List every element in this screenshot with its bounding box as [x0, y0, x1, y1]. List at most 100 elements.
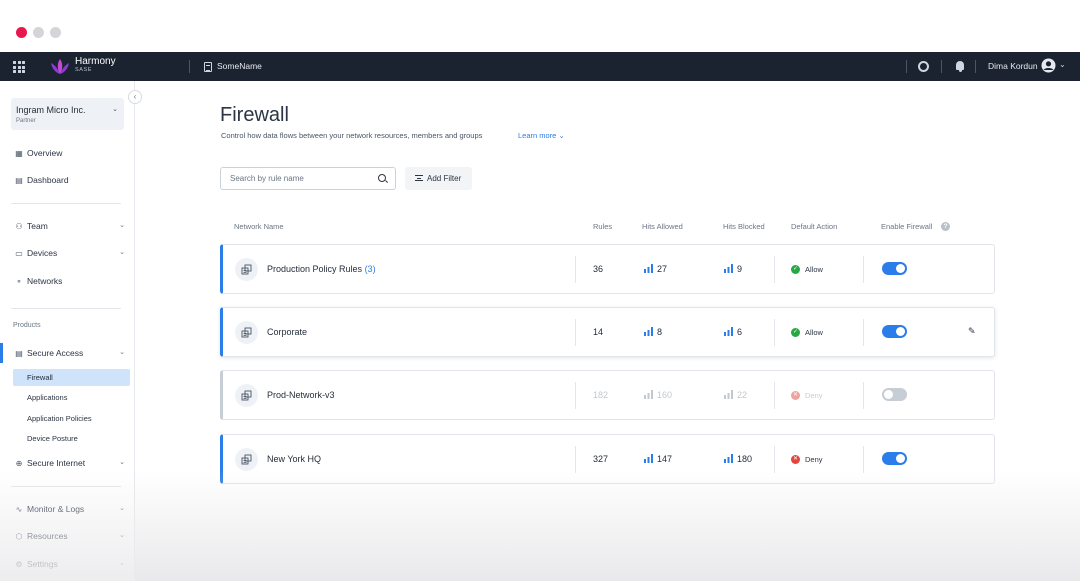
sidebar-item-secure-access[interactable]: ▤ Secure Access ⌄: [13, 346, 128, 360]
sidebar-item-team[interactable]: ⚇ Team ⌄: [13, 219, 128, 233]
help-ring-icon[interactable]: [918, 61, 929, 72]
divider: [575, 256, 576, 283]
enable-firewall-toggle[interactable]: [882, 325, 907, 338]
check-circle-icon: ✓: [791, 328, 800, 337]
sidebar-item-overview[interactable]: ▦ Overview: [13, 146, 128, 160]
x-circle-icon: ✕: [791, 391, 800, 400]
table-row[interactable]: New York HQ 327 147 180 ✕ Deny: [220, 434, 995, 484]
search-input[interactable]: [220, 167, 396, 190]
network-name-text: Production Policy Rules: [267, 264, 363, 274]
divider: [906, 60, 907, 73]
sidebar-item-devices[interactable]: ▭ Devices ⌄: [13, 246, 128, 260]
org-selector[interactable]: Ingram Micro Inc. Partner ⌄: [11, 98, 124, 130]
hits-allowed: 8: [657, 327, 663, 337]
chevron-down-icon: ⌄: [119, 459, 125, 466]
sidebar-subitem-applications[interactable]: Applications: [13, 389, 130, 406]
rules-count: 182: [593, 390, 609, 400]
hits-blocked: 22: [737, 390, 748, 400]
add-filter-button[interactable]: Add Filter: [405, 167, 472, 190]
table-row[interactable]: Production Policy Rules (3) 36 27 9 ✓ Al…: [220, 244, 995, 294]
sidebar-item-label: Monitor & Logs: [27, 504, 85, 514]
brand-sub: SASE: [75, 67, 93, 73]
table-row[interactable]: Corporate 14 8 6 ✓ Allow ✎: [220, 307, 995, 357]
divider: [774, 256, 775, 283]
products-section-label: Products: [13, 322, 41, 329]
bell-icon[interactable]: [956, 61, 964, 72]
workspace-icon: [204, 62, 212, 72]
chevron-down-icon: ⌄: [119, 249, 125, 256]
sidebar-item-secure-internet[interactable]: ⊕ Secure Internet ⌄: [13, 456, 128, 470]
info-icon[interactable]: ?: [941, 222, 950, 231]
network-icon: [235, 384, 258, 407]
sidebar-item-networks[interactable]: ⚬ Networks: [13, 274, 128, 288]
window-close-button[interactable]: [16, 27, 27, 38]
bar-chart-icon: [724, 454, 733, 463]
active-indicator: [0, 343, 3, 363]
network-name[interactable]: Production Policy Rules (3): [267, 264, 376, 274]
enable-firewall-toggle[interactable]: [882, 452, 907, 465]
sidebar-item-label: Overview: [27, 148, 63, 158]
cube-icon: ⬡: [15, 532, 23, 541]
sidebar-subitem-firewall[interactable]: Firewall: [13, 369, 130, 386]
network-icon: [235, 258, 258, 281]
chevron-down-icon: ⌄: [119, 532, 125, 539]
overview-grid-icon: ▦: [15, 149, 23, 158]
user-avatar-icon[interactable]: [1041, 58, 1056, 73]
sidebar-item-label: Secure Access: [27, 348, 84, 358]
window-minimize-button[interactable]: [33, 27, 44, 38]
divider: [774, 319, 775, 346]
sidebar-item-settings[interactable]: ⚙ Settings ⌄: [13, 557, 128, 571]
learn-more-link[interactable]: Learn more ⌄: [518, 131, 565, 140]
divider: [863, 319, 864, 346]
workspace-name[interactable]: SomeName: [217, 61, 262, 71]
divider: [189, 60, 190, 73]
column-header-hits-allowed: Hits Allowed: [642, 222, 683, 231]
network-name[interactable]: Prod-Network-v3: [267, 390, 335, 400]
table-row[interactable]: Prod-Network-v3 182 160 22 ✕ Deny: [220, 370, 995, 420]
divider: [863, 382, 864, 409]
column-header-rules: Rules: [593, 222, 613, 231]
divider: [941, 60, 942, 73]
sidebar-item-resources[interactable]: ⬡ Resources ⌄: [13, 529, 128, 543]
bar-chart-icon: [644, 264, 653, 273]
pencil-icon[interactable]: ✎: [968, 326, 976, 337]
sidebar-item-label: Resources: [27, 531, 68, 541]
divider: [863, 446, 864, 473]
app-grid-icon[interactable]: [13, 61, 25, 73]
bar-chart-icon: [644, 327, 653, 336]
network-icon: [235, 321, 258, 344]
user-name[interactable]: Dima Kordun: [988, 61, 1038, 71]
divider: [11, 308, 121, 309]
sidebar-item-monitor-logs[interactable]: ∿ Monitor & Logs ⌄: [13, 502, 128, 516]
network-name[interactable]: Corporate: [267, 327, 307, 337]
sidebar-subitem-device-posture[interactable]: Device Posture: [13, 430, 130, 447]
window-maximize-button[interactable]: [50, 27, 61, 38]
globe-icon: ⊕: [15, 459, 23, 468]
learn-more-label: Learn more: [518, 131, 557, 140]
divider: [774, 382, 775, 409]
divider: [575, 382, 576, 409]
enable-firewall-toggle[interactable]: [882, 262, 907, 275]
chevron-down-icon: ⌄: [112, 106, 118, 113]
hits-allowed: 27: [657, 264, 668, 274]
network-name[interactable]: New York HQ: [267, 454, 321, 464]
collapse-sidebar-button[interactable]: ‹: [128, 90, 142, 104]
rules-count: 327: [593, 454, 609, 464]
sidebar-subitem-application-policies[interactable]: Application Policies: [13, 410, 130, 427]
enable-firewall-toggle[interactable]: [882, 388, 907, 401]
dashboard-icon: ▤: [15, 176, 23, 185]
column-header-default-action: Default Action: [791, 222, 838, 231]
sidebar-item-label: Settings: [27, 559, 58, 569]
sidebar-item-dashboard[interactable]: ▤ Dashboard: [13, 173, 128, 187]
chevron-down-icon: ⌄: [119, 505, 125, 512]
rules-count: 14: [593, 327, 604, 337]
gear-icon: ⚙: [15, 560, 23, 569]
add-filter-label: Add Filter: [427, 174, 462, 183]
chevron-down-icon[interactable]: ⌄: [1059, 60, 1066, 69]
network-count: (3): [364, 264, 376, 274]
search-icon: [378, 174, 386, 182]
bar-chart-icon: [724, 390, 733, 399]
default-action: Deny: [805, 455, 823, 464]
default-action: Allow: [805, 328, 823, 337]
divider: [11, 486, 121, 487]
